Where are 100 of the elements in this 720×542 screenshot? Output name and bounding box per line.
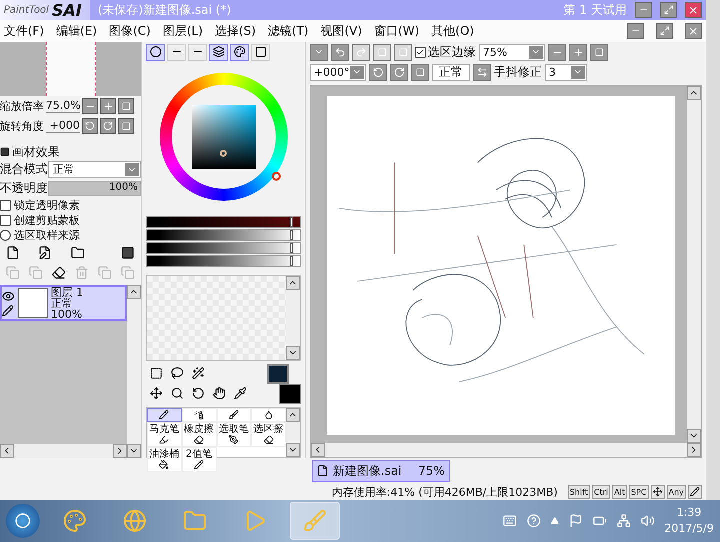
- color-mode-tab[interactable]: [230, 44, 249, 60]
- scroll-down-button[interactable]: [127, 444, 141, 458]
- color-slider[interactable]: [146, 216, 301, 228]
- close-button[interactable]: [685, 2, 702, 18]
- menu-item[interactable]: 图像(C): [109, 22, 151, 40]
- scroll-left-button[interactable]: [311, 443, 325, 457]
- modifier-key[interactable]: SPC: [629, 485, 649, 499]
- new-vector-layer-icon[interactable]: [38, 246, 52, 260]
- scroll-down-button[interactable]: [286, 443, 300, 457]
- color-mode-tab[interactable]: [146, 44, 165, 60]
- modifier-key[interactable]: Alt: [612, 485, 628, 499]
- tool-item[interactable]: 选区擦: [251, 422, 286, 447]
- menu-item[interactable]: 其他(O): [432, 22, 474, 40]
- menu-item[interactable]: 滤镜(T): [268, 22, 309, 40]
- reset-button[interactable]: [118, 118, 134, 134]
- start-button[interactable]: [6, 504, 40, 538]
- zoom-out-button[interactable]: [82, 98, 98, 114]
- dropdown-button[interactable]: [310, 44, 328, 60]
- minimize-button[interactable]: [627, 23, 644, 39]
- scroll-down-button[interactable]: [687, 429, 701, 443]
- slider-thumb[interactable]: [290, 230, 293, 240]
- flip-button[interactable]: [473, 64, 491, 80]
- menu-item[interactable]: 视图(V): [320, 22, 362, 40]
- keyboard-icon[interactable]: [502, 514, 517, 528]
- color-picker-handle[interactable]: [220, 150, 226, 157]
- zoom-in-button[interactable]: [100, 98, 116, 114]
- checkbox[interactable]: [415, 46, 426, 58]
- network-icon[interactable]: [616, 514, 631, 528]
- undo-button[interactable]: [331, 44, 349, 60]
- maximize-button[interactable]: [656, 23, 673, 39]
- blend-mode-dropdown[interactable]: 正常: [48, 161, 141, 178]
- menu-item[interactable]: 图层(L): [162, 22, 204, 40]
- tool-item[interactable]: 选取笔: [216, 422, 252, 447]
- reset-button[interactable]: [411, 64, 429, 80]
- scroll-up-button[interactable]: [127, 285, 141, 299]
- eraser-icon[interactable]: [52, 266, 66, 280]
- color-mode-tab[interactable]: [251, 44, 270, 60]
- help-icon[interactable]: [526, 514, 541, 528]
- hue-handle[interactable]: [272, 172, 280, 181]
- scroll-right-button[interactable]: [113, 444, 127, 458]
- menu-item[interactable]: 文件(F): [4, 22, 44, 40]
- rotation-dropdown[interactable]: +000°: [310, 64, 366, 80]
- document-tab[interactable]: 新建图像.sai 75%: [312, 460, 450, 482]
- menu-item[interactable]: 选择(S): [215, 22, 256, 40]
- layer-item[interactable]: 图层 1 正常 100%: [0, 285, 127, 321]
- tool-item[interactable]: 油漆桶: [147, 447, 182, 472]
- zoom-value[interactable]: 75.0%: [46, 99, 80, 113]
- saturation-value-square[interactable]: [192, 105, 256, 169]
- menu-item[interactable]: 编辑(E): [56, 22, 98, 40]
- rotate-left-button[interactable]: [82, 118, 98, 134]
- reset-button[interactable]: [118, 98, 134, 114]
- battery-icon[interactable]: [592, 514, 607, 528]
- rotate-value[interactable]: +000: [46, 119, 80, 133]
- swatch-grid[interactable]: [146, 275, 301, 361]
- deselect-button[interactable]: [373, 44, 391, 60]
- slider-thumb[interactable]: [290, 243, 293, 253]
- new-layer-icon[interactable]: [6, 246, 20, 260]
- zoom-out-button[interactable]: [548, 44, 566, 60]
- menu-item[interactable]: 窗口(W): [374, 22, 420, 40]
- slider-thumb[interactable]: [290, 256, 293, 266]
- foreground-color[interactable]: [267, 364, 289, 384]
- volume-icon[interactable]: [640, 514, 655, 528]
- modifier-key[interactable]: Any: [666, 485, 686, 499]
- zoom-dropdown[interactable]: 75%: [479, 44, 545, 60]
- tool-item[interactable]: [147, 408, 182, 422]
- tool-item[interactable]: 2值笔: [182, 447, 216, 472]
- scroll-up-button[interactable]: [286, 408, 300, 422]
- color-slider[interactable]: [146, 229, 301, 241]
- color-slider[interactable]: [146, 242, 301, 254]
- move-key[interactable]: [650, 485, 665, 499]
- visibility-icon[interactable]: [2, 290, 15, 302]
- stabilizer-dropdown[interactable]: 3: [545, 64, 587, 80]
- flag-icon[interactable]: [568, 514, 583, 528]
- scroll-up-button[interactable]: [687, 86, 701, 100]
- scroll-down-button[interactable]: [286, 346, 300, 360]
- opacity-slider[interactable]: 100%: [48, 181, 141, 196]
- checkbox[interactable]: [0, 215, 11, 226]
- slider-thumb[interactable]: [290, 217, 293, 227]
- color-mode-tab[interactable]: [188, 44, 207, 60]
- show-hidden-icon[interactable]: [550, 517, 559, 525]
- redo-button[interactable]: [352, 44, 370, 60]
- color-mode-tab[interactable]: [167, 44, 186, 60]
- pen-key[interactable]: [688, 485, 702, 499]
- close-button[interactable]: [685, 23, 702, 39]
- rotate-right-button[interactable]: [100, 118, 116, 134]
- folder-icon[interactable]: [70, 246, 84, 260]
- mask-icon[interactable]: [121, 246, 135, 260]
- background-color[interactable]: [279, 384, 301, 404]
- scroll-up-button[interactable]: [286, 276, 300, 290]
- scroll-right-button[interactable]: [687, 443, 701, 457]
- blend-mode-field[interactable]: 正常: [432, 64, 470, 80]
- zoom-in-button[interactable]: [569, 44, 587, 60]
- modifier-key[interactable]: Ctrl: [592, 485, 610, 499]
- checkbox[interactable]: [0, 200, 11, 211]
- invert-button[interactable]: [394, 44, 412, 60]
- modifier-key[interactable]: Shift: [568, 485, 590, 499]
- rotate-right-button[interactable]: [390, 64, 408, 80]
- minimize-button[interactable]: [635, 2, 652, 18]
- color-slider[interactable]: [146, 255, 301, 267]
- maximize-button[interactable]: [660, 2, 677, 18]
